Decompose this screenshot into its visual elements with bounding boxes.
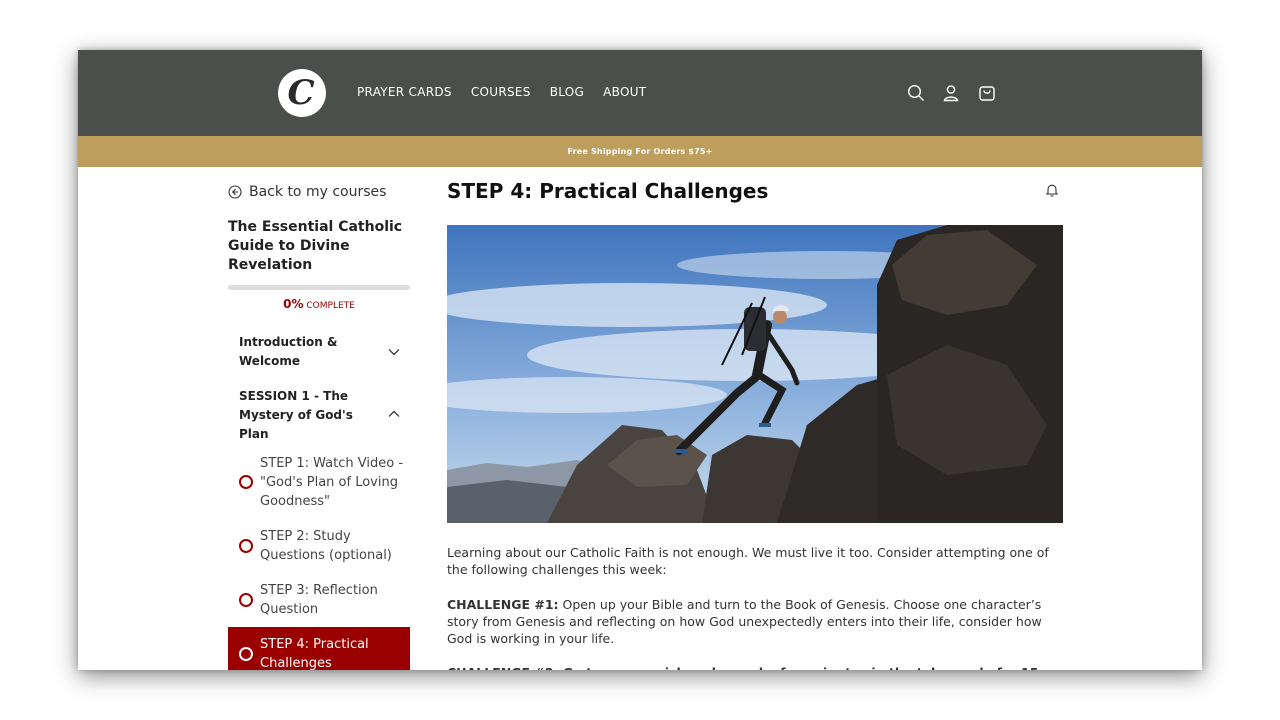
logo-letter: C [287,73,315,113]
browser-frame: C PRAYER CARDS COURSES BLOG ABOUT Free S… [78,50,1202,670]
section-session-1[interactable]: SESSION 1 - The Mystery of God's Plan [239,387,409,444]
announcement-bar: Free Shipping For Orders $75+ [78,136,1202,167]
course-progress-bar [228,285,410,290]
cart-icon[interactable] [977,83,997,103]
nav-about[interactable]: ABOUT [603,85,646,99]
course-title: The Essential Catholic Guide to Divine R… [228,219,403,273]
challenge-1-label: CHALLENGE #1: [447,597,559,612]
progress-suffix: COMPLETE [306,301,355,311]
challenge-2-paragraph-partial: CHALLENGE #2: Go to your parish and spen… [447,664,1063,670]
site-logo[interactable]: C [278,69,326,117]
progress-value: 0% [283,297,304,311]
incomplete-circle-icon [239,539,253,553]
page-title: STEP 4: Practical Challenges [447,179,769,203]
lesson-title: STEP 1: Watch Video - "God's Plan of Lov… [260,455,404,509]
section-title: Introduction & Welcome [239,335,338,368]
announcement-text: Free Shipping For Orders $75+ [567,147,713,156]
incomplete-circle-icon [239,647,253,661]
incomplete-circle-icon [239,475,253,489]
incomplete-circle-icon [239,593,253,607]
nav-blog[interactable]: BLOG [550,85,584,99]
intro-paragraph: Learning about our Catholic Faith is not… [447,545,1049,577]
search-icon[interactable] [906,83,926,103]
lesson-title: STEP 2: Study Questions (optional) [260,529,392,563]
nav-courses[interactable]: COURSES [471,85,531,99]
section-introduction[interactable]: Introduction & Welcome [239,333,409,371]
chevron-down-icon [388,349,400,356]
lesson-step-1[interactable]: STEP 1: Watch Video - "God's Plan of Lov… [228,452,410,512]
back-to-courses-link[interactable]: Back to my courses [228,184,386,200]
section-title: SESSION 1 - The Mystery of God's Plan [239,389,353,441]
chevron-up-icon [388,410,400,417]
site-header: C PRAYER CARDS COURSES BLOG ABOUT [78,50,1202,136]
main-nav: PRAYER CARDS COURSES BLOG ABOUT [357,85,665,99]
lesson-step-3[interactable]: STEP 3: Reflection Question [228,580,410,620]
back-label: Back to my courses [249,184,387,200]
lesson-step-4-active[interactable]: STEP 4: Practical Challenges [228,627,410,670]
lesson-title: STEP 4: Practical Challenges [260,637,369,670]
challenge-1-paragraph: CHALLENGE #1: Open up your Bible and tur… [447,596,1063,647]
nav-prayer-cards[interactable]: PRAYER CARDS [357,85,452,99]
progress-label: 0% COMPLETE [228,297,410,311]
bell-icon[interactable] [1044,182,1060,198]
account-icon[interactable] [941,83,961,103]
back-arrow-icon [228,185,242,199]
hero-image-mountain-climber [447,225,1063,523]
lesson-title: STEP 3: Reflection Question [260,583,378,617]
lesson-step-2[interactable]: STEP 2: Study Questions (optional) [228,526,410,566]
